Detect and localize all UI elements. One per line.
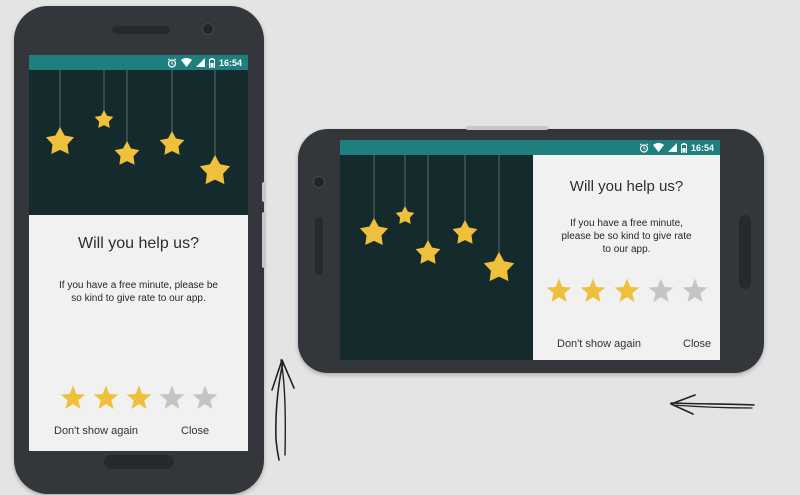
wifi-icon	[180, 58, 192, 67]
earpiece-speaker	[112, 26, 170, 34]
star-rating[interactable]	[29, 385, 248, 410]
hanging-stars-illustration	[29, 70, 248, 215]
hanging-star	[483, 252, 515, 282]
rate-dialog: Will you help us? If you have a free min…	[29, 215, 248, 451]
rating-star-3-icon[interactable]	[126, 385, 152, 410]
message-line: If you have a free minute, please be	[59, 280, 218, 291]
status-bar: 16:54	[340, 140, 720, 155]
message-line: to our app.	[602, 244, 651, 255]
message-line: If you have a free minute,	[570, 218, 683, 229]
alarm-icon	[639, 142, 649, 153]
bottom-speaker	[104, 455, 174, 469]
landscape-screen: 16:54 Will you help us? If you have a fr…	[340, 140, 720, 360]
portrait-screen: 16:54 Will you help us? If you have a fr…	[29, 55, 248, 451]
message-line: please be so kind to give rate	[561, 231, 692, 242]
rating-star-4-icon[interactable]	[159, 385, 185, 410]
status-time: 16:54	[690, 142, 714, 153]
dont-show-again-button[interactable]: Don't show again	[54, 425, 138, 437]
status-bar: 16:54	[29, 55, 248, 70]
signal-icon	[195, 58, 205, 67]
status-time: 16:54	[218, 57, 242, 68]
rate-dialog: Will you help us? If you have a free min…	[533, 155, 720, 360]
power-button[interactable]	[262, 182, 266, 202]
dialog-title: Will you help us?	[569, 178, 684, 195]
signal-icon	[667, 143, 677, 152]
dialog-message: If you have a free minute, please be so …	[533, 217, 720, 256]
dialog-title: Will you help us?	[78, 235, 199, 252]
rating-star-1-icon[interactable]	[60, 385, 86, 410]
hanging-star	[159, 131, 185, 155]
front-camera-icon	[202, 23, 214, 35]
close-button[interactable]: Close	[181, 425, 209, 437]
wifi-icon	[652, 143, 664, 152]
hanging-star	[415, 240, 441, 264]
dialog-message: If you have a free minute, please be so …	[29, 279, 248, 305]
rating-star-5-icon[interactable]	[682, 278, 708, 303]
hanging-star	[94, 110, 114, 128]
rating-star-5-icon[interactable]	[192, 385, 218, 410]
rating-star-2-icon[interactable]	[580, 278, 606, 303]
rating-star-1-icon[interactable]	[546, 278, 572, 303]
dont-show-again-button[interactable]: Don't show again	[557, 338, 641, 350]
front-camera-icon	[313, 176, 325, 188]
earpiece-speaker	[315, 217, 323, 275]
bottom-speaker	[739, 215, 751, 289]
battery-icon	[208, 57, 215, 68]
star-rating[interactable]	[533, 278, 720, 303]
message-line: so kind to give rate to our app.	[71, 293, 206, 304]
volume-button[interactable]	[262, 212, 266, 268]
rating-star-2-icon[interactable]	[93, 385, 119, 410]
phone-portrait: 16:54 Will you help us? If you have a fr…	[14, 6, 266, 494]
alarm-icon	[167, 57, 177, 68]
rating-star-4-icon[interactable]	[648, 278, 674, 303]
volume-button[interactable]	[466, 126, 548, 130]
hanging-star	[199, 155, 231, 185]
hanging-stars-illustration	[340, 155, 533, 360]
hanging-star	[395, 206, 415, 224]
hanging-star	[45, 127, 75, 154]
rating-star-3-icon[interactable]	[614, 278, 640, 303]
hanging-star	[114, 141, 140, 165]
hanging-star	[452, 220, 478, 244]
close-button[interactable]: Close	[683, 338, 711, 350]
hanging-star	[359, 218, 389, 245]
battery-icon	[680, 142, 687, 153]
